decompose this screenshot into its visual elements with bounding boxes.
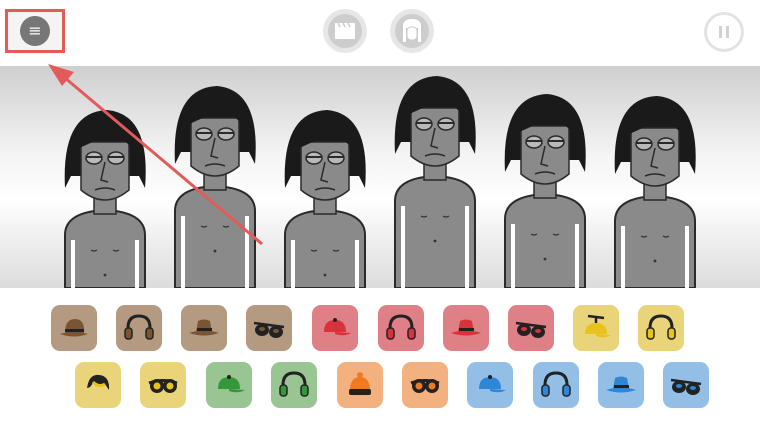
beanie-icon	[349, 372, 371, 395]
sound-goggles-button[interactable]	[140, 362, 186, 408]
menu-button[interactable]: ≡	[5, 9, 65, 53]
sound-sunglasses-button[interactable]	[508, 305, 554, 351]
sound-headphones-button[interactable]	[638, 305, 684, 351]
headphones-icon	[124, 314, 154, 340]
sound-fedora-button[interactable]	[181, 305, 227, 351]
headphones-icon	[279, 371, 309, 397]
fedora-icon	[189, 319, 219, 336]
hair-icon	[87, 374, 110, 390]
sound-propeller-cap-button[interactable]	[573, 305, 619, 351]
sound-hat-button[interactable]	[51, 305, 97, 351]
clapperboard-button[interactable]	[323, 9, 367, 53]
goggles-icon	[148, 379, 178, 393]
sound-icon-tray	[0, 288, 760, 427]
character-face-icon	[403, 19, 421, 42]
headphones-icon	[386, 314, 416, 340]
character-6[interactable]	[614, 96, 696, 288]
cap-icon	[218, 375, 245, 393]
headphones-icon	[646, 314, 676, 340]
sunglasses-icon	[670, 378, 702, 395]
top-bar: ≡	[0, 0, 760, 66]
sunglasses-icon	[253, 321, 285, 338]
sound-sunglasses-button[interactable]	[246, 305, 292, 351]
character-stage	[0, 66, 760, 288]
characters-layer	[64, 76, 696, 288]
clapperboard-icon	[335, 22, 355, 39]
menu-icon: ≡	[20, 16, 50, 46]
sound-headphones-button[interactable]	[378, 305, 424, 351]
hat-icon	[60, 319, 88, 337]
character-1[interactable]	[64, 110, 146, 288]
sound-fedora-button[interactable]	[443, 305, 489, 351]
sound-headphones-button[interactable]	[116, 305, 162, 351]
headphones-icon	[541, 371, 571, 397]
character-5[interactable]	[504, 94, 586, 288]
cap-icon	[479, 375, 506, 393]
sunglasses-icon	[515, 321, 547, 338]
character-button[interactable]	[390, 9, 434, 53]
goggles-icon	[410, 379, 440, 393]
sound-cap-button[interactable]	[467, 362, 513, 408]
fedora-icon	[451, 319, 481, 336]
character-2[interactable]	[174, 86, 256, 288]
sound-sunglasses-button[interactable]	[663, 362, 709, 408]
sound-headphones-button[interactable]	[271, 362, 317, 408]
sound-headphones-button[interactable]	[533, 362, 579, 408]
sound-cap-button[interactable]	[312, 305, 358, 351]
sound-goggles-button[interactable]	[402, 362, 448, 408]
sound-cap-button[interactable]	[206, 362, 252, 408]
propeller-cap-icon	[585, 314, 611, 338]
character-4[interactable]	[394, 76, 476, 288]
cap-icon	[324, 318, 351, 336]
pause-icon	[719, 26, 729, 38]
character-3[interactable]	[284, 110, 366, 288]
sound-beanie-button[interactable]	[337, 362, 383, 408]
sound-fedora-button[interactable]	[598, 362, 644, 408]
sound-hair-button[interactable]	[75, 362, 121, 408]
pause-button[interactable]	[704, 12, 744, 52]
fedora-icon	[606, 376, 636, 393]
